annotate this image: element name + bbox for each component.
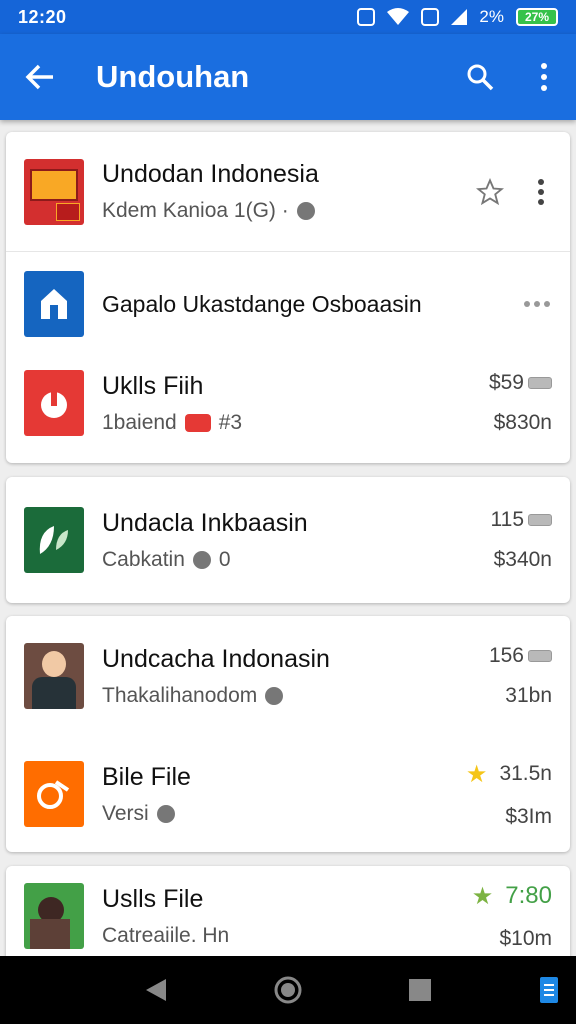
search-icon [467, 64, 494, 91]
list-item[interactable]: Undodan Indonesia Kdem Kanioa 1(G) · [6, 132, 570, 252]
list-item[interactable]: Bile File Versi ★ 31.5n $3Im [6, 736, 570, 852]
item-subtitle: Versi [102, 801, 149, 825]
camera-icon [184, 413, 211, 432]
sim-icon [421, 8, 440, 26]
page-title: Undouhan [96, 59, 250, 94]
app-thumbnail [24, 883, 84, 949]
document-icon [540, 977, 558, 1003]
signal-icon [451, 9, 468, 25]
item-title: Uslls File [102, 884, 204, 913]
battery-icon: 27% [516, 8, 558, 26]
item-subtitle: 1baiend [102, 410, 177, 434]
app-thumbnail [24, 761, 84, 827]
nav-home-button[interactable] [258, 956, 318, 1024]
star-filled-icon[interactable]: ★ [472, 882, 494, 911]
app-thumbnail [24, 370, 84, 436]
tag-icon [528, 650, 552, 662]
signal-text: 2% [479, 7, 504, 26]
app-logo-icon [41, 392, 67, 418]
more-vert-icon[interactable] [538, 178, 544, 205]
list-item[interactable]: Uklls Fiih 1baiend #3 $59 $830n [6, 344, 570, 462]
item-subtitle: Thakalihanodom [102, 683, 258, 707]
system-nav-bar [0, 956, 576, 1024]
item-size: $340n [493, 548, 552, 571]
more-vert-icon [541, 63, 547, 91]
item-subtitle-extra: #3 [218, 410, 243, 434]
item-size: 31bn [505, 684, 552, 707]
tag-icon [192, 550, 211, 569]
star-filled-icon[interactable]: ★ [466, 760, 488, 789]
item-title: Bile File [102, 762, 191, 791]
house-icon [41, 289, 67, 319]
item-title: Undacla Inkbaasin [102, 508, 308, 537]
tag-icon [265, 686, 284, 705]
nav-back-icon [146, 979, 166, 1001]
nav-back-button[interactable] [126, 956, 186, 1024]
item-size: $10m [499, 926, 552, 950]
nav-recents-icon [409, 979, 431, 1001]
item-count: 156 [488, 644, 524, 667]
status-bar: 12:20 2% 27% [0, 0, 576, 34]
app-thumbnail [24, 271, 84, 337]
app-logo-icon [37, 780, 70, 809]
item-title: Gapalo Ukastdange Osboaasin [102, 290, 422, 317]
item-title: Undcacha Indonasin [102, 644, 330, 673]
list-item[interactable]: Undcacha Indonasin Thakalihanodom 156 31… [6, 616, 570, 736]
item-title: Undodan Indonesia [102, 160, 319, 188]
item-size: $830n [493, 411, 552, 434]
tag-icon [296, 202, 315, 220]
download-card-3: Undcacha Indonasin Thakalihanodom 156 31… [6, 616, 570, 852]
list-item[interactable]: Gapalo Ukastdange Osboaasin [6, 252, 570, 344]
app-thumbnail [24, 643, 84, 709]
download-card-2: Undacla Inkbaasin Cabkatin 0 115 $340n [6, 477, 570, 603]
back-arrow-icon [25, 64, 53, 90]
item-rating: 31.5n [499, 762, 552, 785]
item-count: 115 [490, 508, 524, 531]
tag-icon [156, 804, 175, 823]
list-item[interactable]: Uslls File Catreaiile. Hn ★ 7:80 $10m [6, 874, 570, 958]
app-thumbnail [24, 158, 84, 225]
app-bar-actions [448, 45, 576, 109]
back-button[interactable] [0, 64, 80, 90]
download-card-1: Undodan Indonesia Kdem Kanioa 1(G) · Gap… [6, 132, 570, 463]
item-title: Uklls Fiih [102, 371, 204, 400]
item-subtitle: Cabkatin [102, 547, 185, 571]
item-subtitle-extra: 0 [218, 547, 231, 571]
nav-extra-button[interactable] [522, 956, 576, 1024]
app-bar: Undouhan [0, 34, 576, 120]
item-rating: 7:80 [505, 882, 552, 909]
leaf-icon [39, 526, 68, 554]
tag-icon [528, 377, 552, 389]
nav-recents-button[interactable] [390, 956, 450, 1024]
notification-icon [357, 8, 376, 26]
more-options-button[interactable] [512, 45, 576, 109]
status-icons: 2% 27% [357, 7, 558, 27]
search-button[interactable] [448, 45, 512, 109]
nav-home-icon [274, 976, 302, 1004]
item-subtitle: Kdem Kanioa 1(G) · [102, 199, 289, 222]
list-item[interactable]: Undacla Inkbaasin Cabkatin 0 115 $340n [6, 477, 570, 603]
app-thumbnail [24, 507, 84, 573]
item-price: $59 [488, 371, 524, 394]
wifi-icon [387, 8, 410, 25]
star-outline-icon[interactable] [476, 177, 504, 206]
item-size: $3Im [505, 804, 552, 828]
more-horiz-icon[interactable] [524, 301, 550, 307]
item-subtitle: Catreaiile. Hn [102, 923, 230, 947]
status-time: 12:20 [18, 6, 67, 27]
tag-icon [528, 514, 552, 526]
